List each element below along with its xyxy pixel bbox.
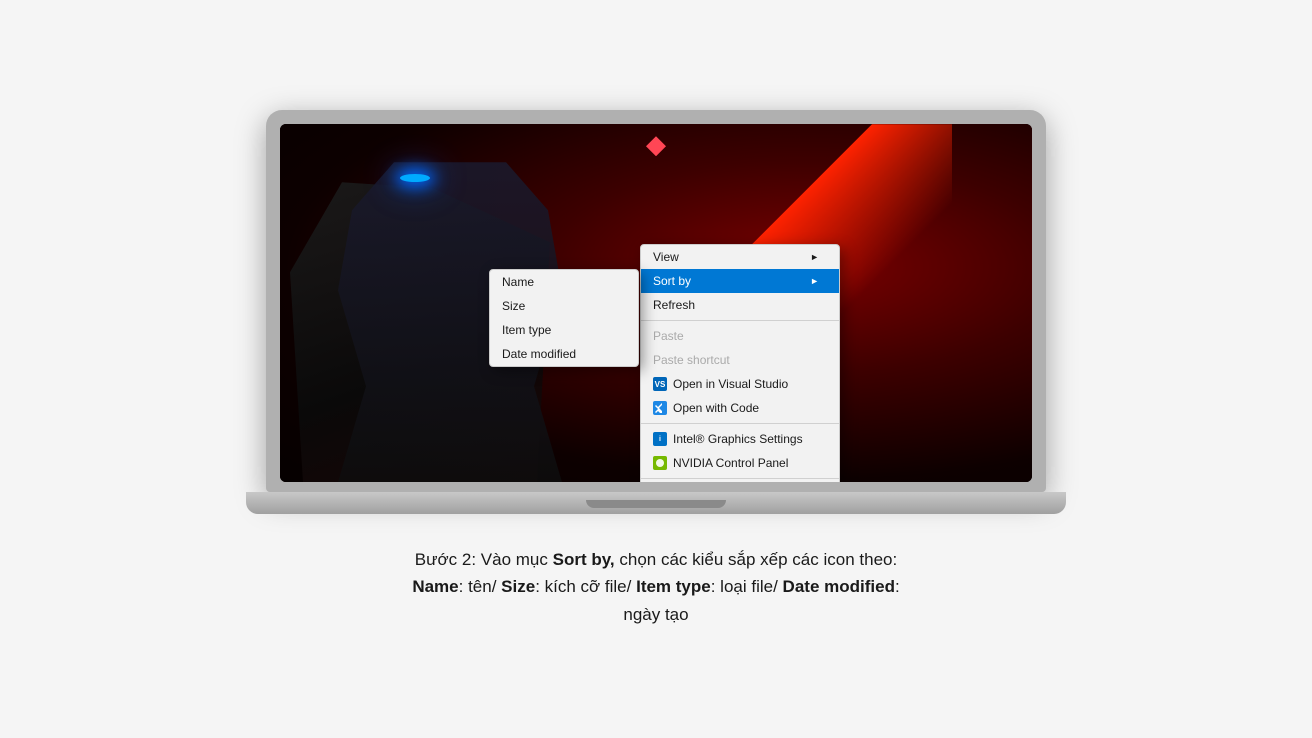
context-menu-item-paste[interactable]: Paste	[641, 324, 839, 348]
laptop-wrapper: View ► Sort by ► Name Size	[246, 110, 1066, 514]
context-menu-item-paste-shortcut[interactable]: Paste shortcut	[641, 348, 839, 372]
submenu-item-date-modified[interactable]: Date modified	[490, 342, 638, 366]
intel-graphics-content: i Intel® Graphics Settings	[653, 432, 803, 446]
context-menu-item-open-visual-studio[interactable]: VS Open in Visual Studio	[641, 372, 839, 396]
context-menu-item-view-label: View	[653, 250, 679, 264]
open-visual-studio-content: VS Open in Visual Studio	[653, 377, 788, 391]
description-size-bold: Size	[501, 577, 535, 596]
context-menu-separator-1	[641, 320, 839, 321]
intel-icon: i	[653, 432, 667, 446]
visual-studio-icon: VS	[653, 377, 667, 391]
context-menu-item-refresh[interactable]: Refresh	[641, 293, 839, 317]
context-menu-item-open-code-label: Open with Code	[673, 401, 759, 415]
chevron-right-icon: ►	[810, 252, 819, 262]
context-menu-item-refresh-label: Refresh	[653, 298, 695, 312]
description-line2: Name: tên/ Size: kích cỡ file/ Item type…	[412, 573, 899, 600]
description-line3: ngày tạo	[412, 601, 899, 628]
submenu-sort-by: Name Size Item type Date modified	[489, 269, 639, 367]
context-menu-item-paste-shortcut-label: Paste shortcut	[653, 353, 730, 367]
description-line1-rest: chọn các kiểu sắp xếp các icon theo:	[615, 550, 898, 569]
nvidia-icon	[653, 456, 667, 470]
description-datemod-bold: Date modified	[783, 577, 895, 596]
description-itemtype-colon: : loại file/	[711, 577, 783, 596]
laptop-base	[246, 492, 1066, 514]
desktop-wallpaper: View ► Sort by ► Name Size	[280, 124, 1032, 482]
context-menu-item-intel-graphics[interactable]: i Intel® Graphics Settings	[641, 427, 839, 451]
context-menu-item-view[interactable]: View ►	[641, 245, 839, 269]
chevron-right-icon-sortby: ►	[810, 276, 819, 286]
context-menu: View ► Sort by ► Name Size	[640, 244, 840, 482]
description-line1-prefix: Bước 2: Vào mục	[415, 550, 553, 569]
laptop-screen-outer: View ► Sort by ► Name Size	[266, 110, 1046, 492]
context-menu-item-open-vs-label: Open in Visual Studio	[673, 377, 788, 391]
description-line1-bold: Sort by,	[553, 550, 615, 569]
context-menu-separator-2	[641, 423, 839, 424]
description-line1: Bước 2: Vào mục Sort by, chọn các kiểu s…	[412, 546, 899, 573]
context-menu-item-sort-by[interactable]: Sort by ► Name Size Item type	[641, 269, 839, 293]
submenu-item-date-modified-label: Date modified	[502, 347, 576, 361]
description-datemod-colon: :	[895, 577, 900, 596]
submenu-item-item-type[interactable]: Item type	[490, 318, 638, 342]
laptop-screen: View ► Sort by ► Name Size	[280, 124, 1032, 482]
description-itemtype-bold: Item type	[636, 577, 711, 596]
description-name-colon: : tên/	[459, 577, 502, 596]
nvidia-content: NVIDIA Control Panel	[653, 456, 788, 470]
description-size-colon: : kích cỡ file/	[535, 577, 636, 596]
description-section: Bước 2: Vào mục Sort by, chọn các kiểu s…	[392, 546, 919, 628]
context-menu-item-nvidia[interactable]: NVIDIA Control Panel	[641, 451, 839, 475]
context-menu-item-sort-by-label: Sort by	[653, 274, 691, 288]
context-menu-item-paste-label: Paste	[653, 329, 684, 343]
context-menu-separator-3	[641, 478, 839, 479]
description-name-bold: Name	[412, 577, 458, 596]
submenu-item-name-label: Name	[502, 275, 534, 289]
context-menu-item-open-code[interactable]: Open with Code	[641, 396, 839, 420]
vscode-icon	[653, 401, 667, 415]
submenu-item-size-label: Size	[502, 299, 525, 313]
submenu-item-item-type-label: Item type	[502, 323, 551, 337]
submenu-item-size[interactable]: Size	[490, 294, 638, 318]
context-menu-item-nvidia-label: NVIDIA Control Panel	[673, 456, 788, 470]
open-code-content: Open with Code	[653, 401, 759, 415]
submenu-item-name[interactable]: Name	[490, 270, 638, 294]
context-menu-item-intel-label: Intel® Graphics Settings	[673, 432, 803, 446]
